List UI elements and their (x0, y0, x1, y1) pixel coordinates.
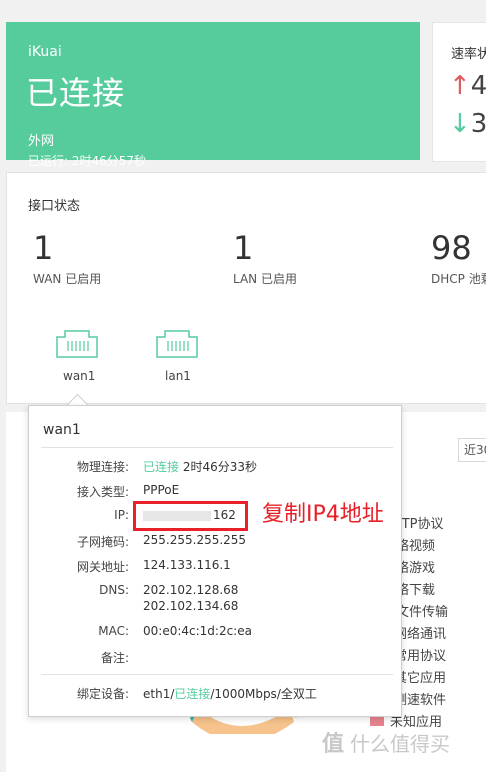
wan1-detail-popover: wan1 物理连接: 已连接 2时46分33秒 接入类型: PPPoE IP: … (28, 405, 402, 717)
link-status: 已连接 (143, 460, 180, 474)
down-arrow-icon: ↓ (449, 109, 471, 139)
watermark: 值什么值得买 (322, 726, 450, 758)
dns-secondary-value: 202.102.134.68 (143, 599, 239, 613)
lan-count-label: LAN 已启用 (233, 272, 297, 286)
subnet-mask-label: 子网掩码: (76, 535, 129, 549)
gateway-value: 124.133.116.1 (143, 558, 231, 572)
up-arrow-icon: ↑ (449, 71, 471, 101)
dhcp-pool-label: DHCP 池剩 (431, 272, 486, 286)
port-label-lan1: lan1 (165, 369, 191, 383)
uptime-text: 已运行: 2时46分57秒 (28, 154, 147, 168)
ip-highlight-box (133, 501, 248, 531)
dns-primary-value: 202.102.128.68 (143, 583, 239, 597)
ethernet-port-icon (56, 330, 98, 358)
port-label-wan1: wan1 (63, 369, 96, 383)
bound-speed: /1000Mbps/全双工 (210, 687, 317, 701)
remark-label: 备注: (100, 651, 129, 665)
watermark-logo: 值 (322, 732, 345, 757)
divider (41, 447, 393, 448)
annotation-text: 复制IP4地址 (262, 502, 384, 527)
physical-link-value: 已连接 2时46分33秒 (143, 458, 257, 475)
wan-count-label: WAN 已启用 (33, 272, 102, 286)
link-duration: 2时46分33秒 (179, 460, 258, 474)
popover-title: wan1 (43, 422, 81, 438)
legend-item: 文件传输 (396, 605, 449, 620)
brand-label: iKuai (28, 44, 62, 60)
bound-port: eth1/ (143, 687, 175, 701)
access-type-value: PPPoE (143, 483, 180, 497)
port-lan1[interactable]: lan1 (155, 327, 199, 383)
divider (41, 674, 393, 675)
download-rate: ↓34 (449, 109, 486, 139)
mac-label: MAC: (98, 624, 129, 638)
download-value: 34 (470, 109, 486, 139)
dhcp-pool-count: 98 (431, 229, 472, 267)
ethernet-port-icon (156, 330, 198, 358)
lan-count: 1 (233, 229, 254, 267)
ip-label: IP: (114, 508, 129, 522)
dns-label: DNS: (99, 583, 129, 597)
upload-rate: ↑45 (449, 71, 486, 101)
panel-heading: 接口状态 (28, 199, 81, 214)
rate-card[interactable]: 速率状 ↑45 ↓34 (432, 22, 486, 162)
connection-state: 已连接 (26, 74, 126, 112)
wan-status-card[interactable]: iKuai 已连接 外网 已运行: 2时46分57秒 (6, 22, 420, 168)
watermark-text: 什么值得买 (350, 732, 451, 756)
access-type-label: 接入类型: (76, 485, 129, 499)
network-label: 外网 (28, 134, 55, 149)
wan-count: 1 (33, 229, 54, 267)
gateway-label: 网关地址: (76, 560, 129, 574)
upload-value: 45 (470, 71, 486, 101)
bound-status: 已连接 (174, 687, 211, 701)
subnet-mask-value: 255.255.255.255 (143, 533, 247, 547)
port-wan1[interactable]: wan1 (55, 327, 99, 383)
physical-link-label: 物理连接: (76, 460, 129, 474)
range-select[interactable]: 近30 (458, 438, 486, 462)
rate-title: 速率状 (451, 47, 486, 62)
bound-device-label: 绑定设备: (76, 687, 129, 701)
bound-device-value: eth1/已连接/1000Mbps/全双工 (143, 685, 317, 702)
interface-status-panel: 接口状态 1 WAN 已启用 1 LAN 已启用 98 DHCP 池剩 wan1… (6, 172, 486, 404)
mac-value: 00:e0:4c:1d:2c:ea (143, 624, 252, 638)
